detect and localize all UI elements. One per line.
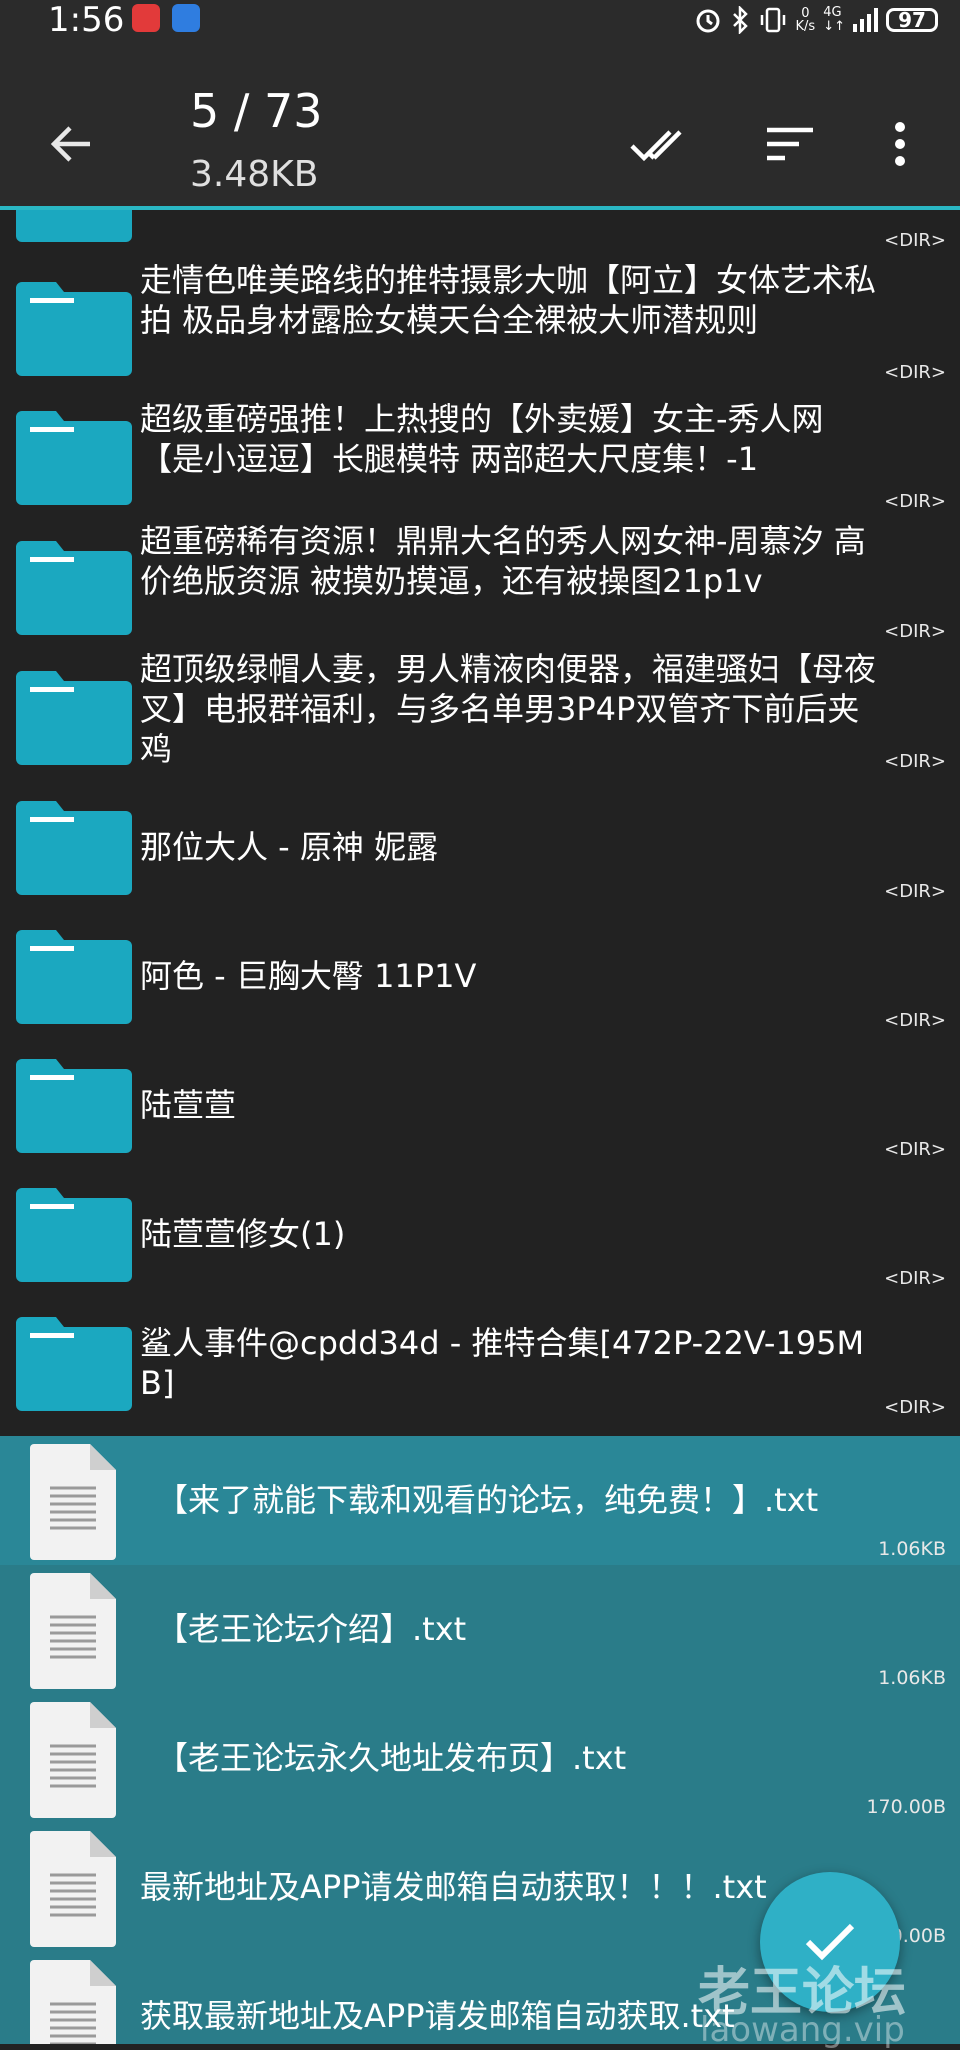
list-item[interactable]: 陆萱萱 <DIR> xyxy=(0,1035,960,1164)
list-item[interactable]: 超级重磅强推！上热搜的【外卖媛】女主-秀人网【是小逗逗】长腿模特 两部超大尺度集… xyxy=(0,387,960,517)
item-name: 最新地址及APP请发邮箱自动获取！！！.txt xyxy=(140,1868,767,1906)
item-meta: <DIR> xyxy=(884,1010,946,1031)
list-item[interactable]: 阿色 - 巨胸大臀 11P1V <DIR> xyxy=(0,906,960,1035)
text-file-icon xyxy=(30,1573,116,1689)
app-notification-icon xyxy=(132,4,160,32)
folder-icon xyxy=(16,411,132,505)
back-arrow-icon xyxy=(50,126,90,162)
item-name: 陆萱萱修女(1) xyxy=(140,1215,346,1253)
item-name: 超顶级绿帽人妻，男人精液肉便器，福建骚妇【母夜叉】电报群福利，与多名单男3P4P… xyxy=(140,650,877,768)
total-size: 3.48KB xyxy=(190,154,319,195)
net-speed: 0 K/s xyxy=(795,6,816,34)
item-name: 超级重磅强推！上热搜的【外卖媛】女主-秀人网【是小逗逗】长腿模特 两部超大尺度集… xyxy=(140,400,824,478)
item-meta: <DIR> xyxy=(884,751,946,772)
list-item-selected[interactable]: 【来了就能下载和观看的论坛，纯免费！】.txt 1.06KB xyxy=(0,1436,960,1565)
folder-icon xyxy=(16,801,132,895)
vibrate-icon xyxy=(760,7,785,33)
item-meta: 170.00B xyxy=(866,1796,946,1818)
toolbar: 5 / 73 3.48KB xyxy=(0,64,960,208)
item-meta: <DIR> xyxy=(884,1139,946,1160)
item-name: 那位大人 - 原神 妮露 xyxy=(140,828,439,866)
signal-icon xyxy=(853,8,878,32)
list-item[interactable]: 超顶级绿帽人妻，男人精液肉便器，福建骚妇【母夜叉】电报群福利，与多名单男3P4P… xyxy=(0,647,960,777)
folder-icon xyxy=(16,1188,132,1282)
item-meta: 1.06KB xyxy=(878,1538,946,1560)
text-file-icon xyxy=(30,1960,116,2044)
text-file-icon xyxy=(30,1831,116,1947)
item-meta: <DIR> xyxy=(884,491,946,512)
item-name: 鲨人事件@cpdd34d - 推特合集[472P-22V-195MB] xyxy=(140,1324,865,1402)
item-name: 走情色唯美路线的推特摄影大咖【阿立】女体艺术私拍 极品身材露脸女模天台全裸被大师… xyxy=(140,261,877,339)
item-name: 超重磅稀有资源！鼎鼎大名的秀人网女神-周慕汐 高价绝版资源 被摸奶摸逼，还有被操… xyxy=(140,522,866,600)
battery-icon: 97 xyxy=(886,8,938,32)
more-options-button[interactable] xyxy=(868,112,932,176)
item-name: 【来了就能下载和观看的论坛，纯免费！】.txt xyxy=(156,1481,819,1519)
item-meta: <DIR> xyxy=(884,1268,946,1289)
text-file-icon xyxy=(30,1702,116,1818)
watermark-url: laowang.vip xyxy=(700,2010,905,2050)
network-type: 4G ↓↑ xyxy=(823,5,845,34)
list-item[interactable]: 那位大人 - 原神 妮露 <DIR> xyxy=(0,777,960,906)
folder-icon xyxy=(16,1059,132,1153)
alarm-icon xyxy=(696,9,720,33)
app-notification-icon-2 xyxy=(172,4,200,32)
list-item[interactable]: <DIR> xyxy=(0,210,960,258)
status-time: 1:56 xyxy=(48,0,125,40)
folder-icon xyxy=(16,930,132,1024)
status-bar: 1:56 0 K/s 4G ↓↑ 97 xyxy=(0,0,960,64)
sort-icon xyxy=(767,127,813,161)
list-item-selected[interactable]: 【老王论坛永久地址发布页】.txt 170.00B xyxy=(0,1694,960,1823)
page-title: 5 / 73 xyxy=(190,84,323,138)
item-meta: <DIR> xyxy=(884,362,946,383)
folder-icon xyxy=(16,282,132,376)
text-file-icon xyxy=(30,1444,116,1560)
list-item-selected[interactable]: 【老王论坛介绍】.txt 1.06KB xyxy=(0,1565,960,1694)
back-button[interactable] xyxy=(38,112,102,176)
item-meta: <DIR> xyxy=(884,881,946,902)
double-check-icon xyxy=(630,130,682,162)
item-meta: <DIR> xyxy=(884,621,946,642)
folder-icon xyxy=(16,1317,132,1411)
more-vert-icon xyxy=(895,122,905,166)
folder-icon xyxy=(16,671,132,765)
item-name: 陆萱萱 xyxy=(140,1086,237,1124)
item-name: 阿色 - 巨胸大臀 11P1V xyxy=(140,957,477,995)
bluetooth-icon xyxy=(732,6,748,34)
status-icons: 0 K/s 4G ↓↑ 97 xyxy=(694,2,938,38)
folder-icon xyxy=(16,210,132,242)
sort-button[interactable] xyxy=(758,112,822,176)
item-meta: <DIR> xyxy=(884,1397,946,1418)
folder-icon xyxy=(16,541,132,635)
item-meta: <DIR> xyxy=(884,230,946,251)
list-item[interactable]: 超重磅稀有资源！鼎鼎大名的秀人网女神-周慕汐 高价绝版资源 被摸奶摸逼，还有被操… xyxy=(0,517,960,647)
item-name: 【老王论坛介绍】.txt xyxy=(156,1610,467,1648)
select-all-button[interactable] xyxy=(630,112,694,176)
list-item[interactable]: 陆萱萱修女(1) <DIR> xyxy=(0,1164,960,1293)
file-list[interactable]: <DIR> 走情色唯美路线的推特摄影大咖【阿立】女体艺术私拍 极品身材露脸女模天… xyxy=(0,210,960,2044)
list-item[interactable]: 走情色唯美路线的推特摄影大咖【阿立】女体艺术私拍 极品身材露脸女模天台全裸被大师… xyxy=(0,258,960,387)
item-meta: 1.06KB xyxy=(878,1667,946,1689)
item-name: 【老王论坛永久地址发布页】.txt xyxy=(156,1739,627,1777)
